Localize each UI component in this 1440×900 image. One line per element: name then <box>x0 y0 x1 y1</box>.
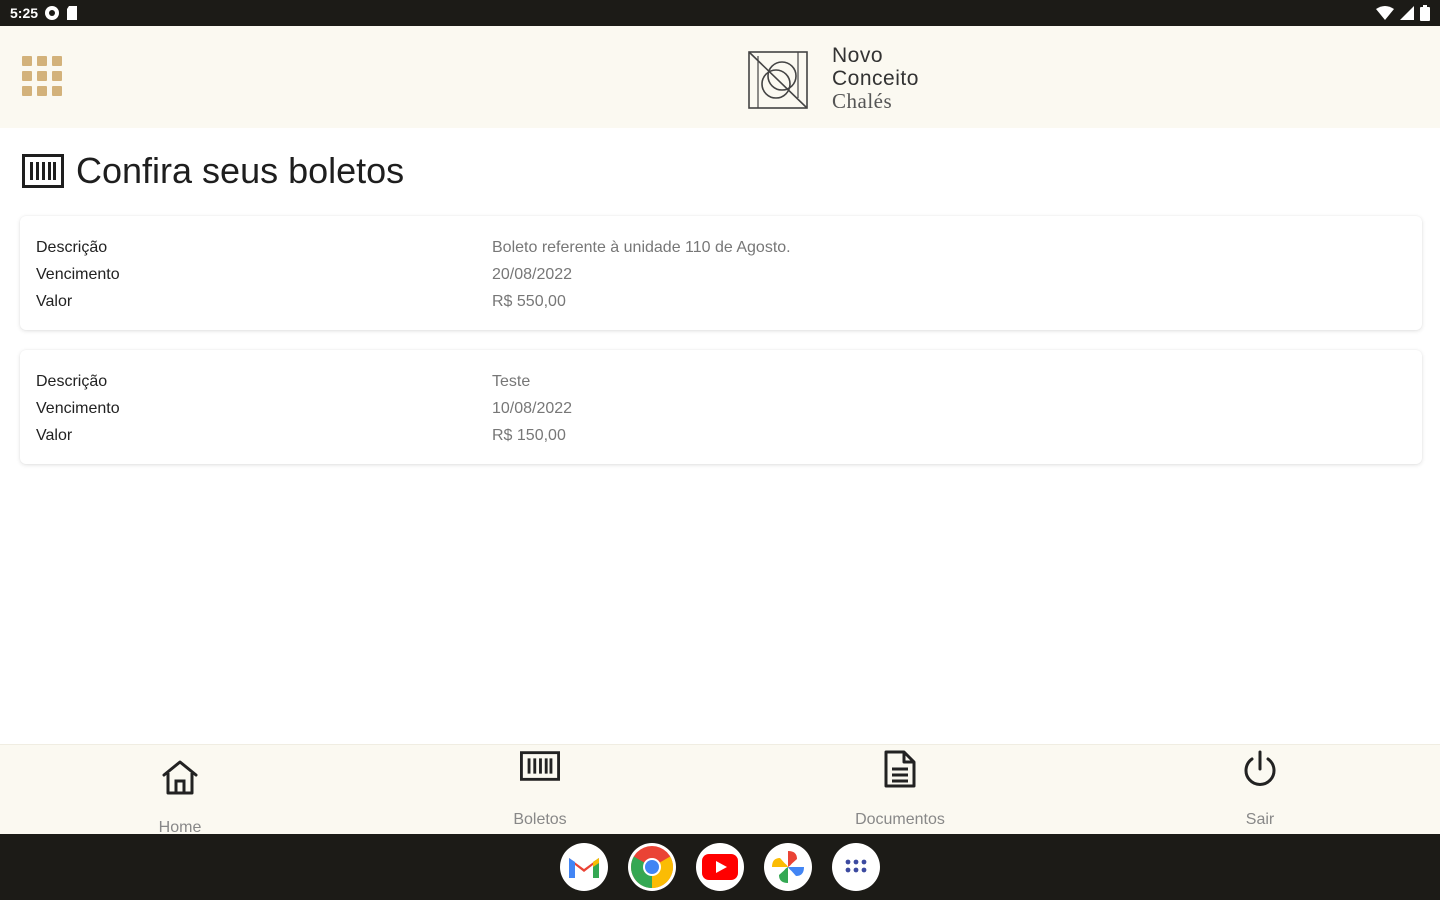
vencimento-value: 10/08/2022 <box>492 399 573 417</box>
vencimento-value: 20/08/2022 <box>492 265 573 283</box>
nav-home[interactable]: Home <box>0 745 360 835</box>
bottom-nav: Home Boletos Documentos Sair <box>0 744 1440 835</box>
valor-value: R$ 150,00 <box>492 426 566 444</box>
card-row-descricao: Descrição Boleto referente à unidade 110… <box>36 234 1406 261</box>
page-header: Confira seus boletos <box>22 150 404 192</box>
card-row-vencimento: Vencimento 10/08/2022 <box>36 395 1406 422</box>
boleto-card[interactable]: Descrição Teste Vencimento 10/08/2022 Va… <box>20 350 1422 464</box>
status-bar: 5:25 <box>0 0 1440 26</box>
nav-boletos-label: Boletos <box>513 811 567 828</box>
nav-boletos[interactable]: Boletos <box>360 745 720 835</box>
card-row-vencimento: Vencimento 20/08/2022 <box>36 261 1406 288</box>
descricao-value: Teste <box>492 372 531 390</box>
status-right <box>1376 5 1430 21</box>
brand-name: Novo Conceito Chalés <box>832 44 919 113</box>
photos-icon[interactable] <box>764 843 812 891</box>
youtube-icon[interactable] <box>696 843 744 891</box>
gmail-icon[interactable] <box>560 843 608 891</box>
card-row-valor: Valor R$ 550,00 <box>36 288 1406 315</box>
descricao-label: Descrição <box>36 372 108 390</box>
status-left: 5:25 <box>10 5 78 21</box>
settings-status-icon <box>45 6 60 20</box>
valor-label: Valor <box>36 426 73 444</box>
logo-mark-icon <box>748 50 808 109</box>
brand-line-3: Chalés <box>832 89 893 113</box>
nav-documentos[interactable]: Documentos <box>720 745 1080 835</box>
descricao-label: Descrição <box>36 238 108 256</box>
sim-card-icon <box>67 6 78 20</box>
valor-label: Valor <box>36 292 73 310</box>
barcode-icon <box>22 154 64 188</box>
nav-home-label: Home <box>158 819 202 835</box>
grid-menu-icon[interactable] <box>22 56 66 100</box>
vencimento-label: Vencimento <box>36 265 120 283</box>
app-drawer-icon[interactable] <box>832 843 880 891</box>
chrome-icon[interactable] <box>628 843 676 891</box>
card-row-valor: Valor R$ 150,00 <box>36 422 1406 449</box>
power-icon <box>1244 750 1276 786</box>
card-row-descricao: Descrição Teste <box>36 368 1406 395</box>
nav-sair[interactable]: Sair <box>1080 745 1440 835</box>
nav-documentos-label: Documentos <box>855 811 945 828</box>
home-icon <box>162 760 198 795</box>
page-title: Confira seus boletos <box>76 150 405 191</box>
boleto-card[interactable]: Descrição Boleto referente à unidade 110… <box>20 216 1422 330</box>
system-dock <box>0 834 1440 900</box>
vencimento-label: Vencimento <box>36 399 120 417</box>
signal-icon <box>1400 6 1414 20</box>
descricao-value: Boleto referente à unidade 110 de Agosto… <box>492 238 791 256</box>
brand-line-2: Conceito <box>832 67 919 90</box>
battery-icon <box>1420 5 1430 21</box>
document-icon <box>884 750 916 788</box>
status-time: 5:25 <box>10 5 39 21</box>
brand-logo: Novo Conceito Chalés <box>746 44 919 113</box>
wifi-icon <box>1376 6 1394 20</box>
valor-value: R$ 550,00 <box>492 292 566 310</box>
app-header: Novo Conceito Chalés <box>0 26 1440 128</box>
brand-line-1: Novo <box>832 44 884 67</box>
nav-sair-label: Sair <box>1245 811 1275 828</box>
barcode-icon <box>520 751 560 781</box>
